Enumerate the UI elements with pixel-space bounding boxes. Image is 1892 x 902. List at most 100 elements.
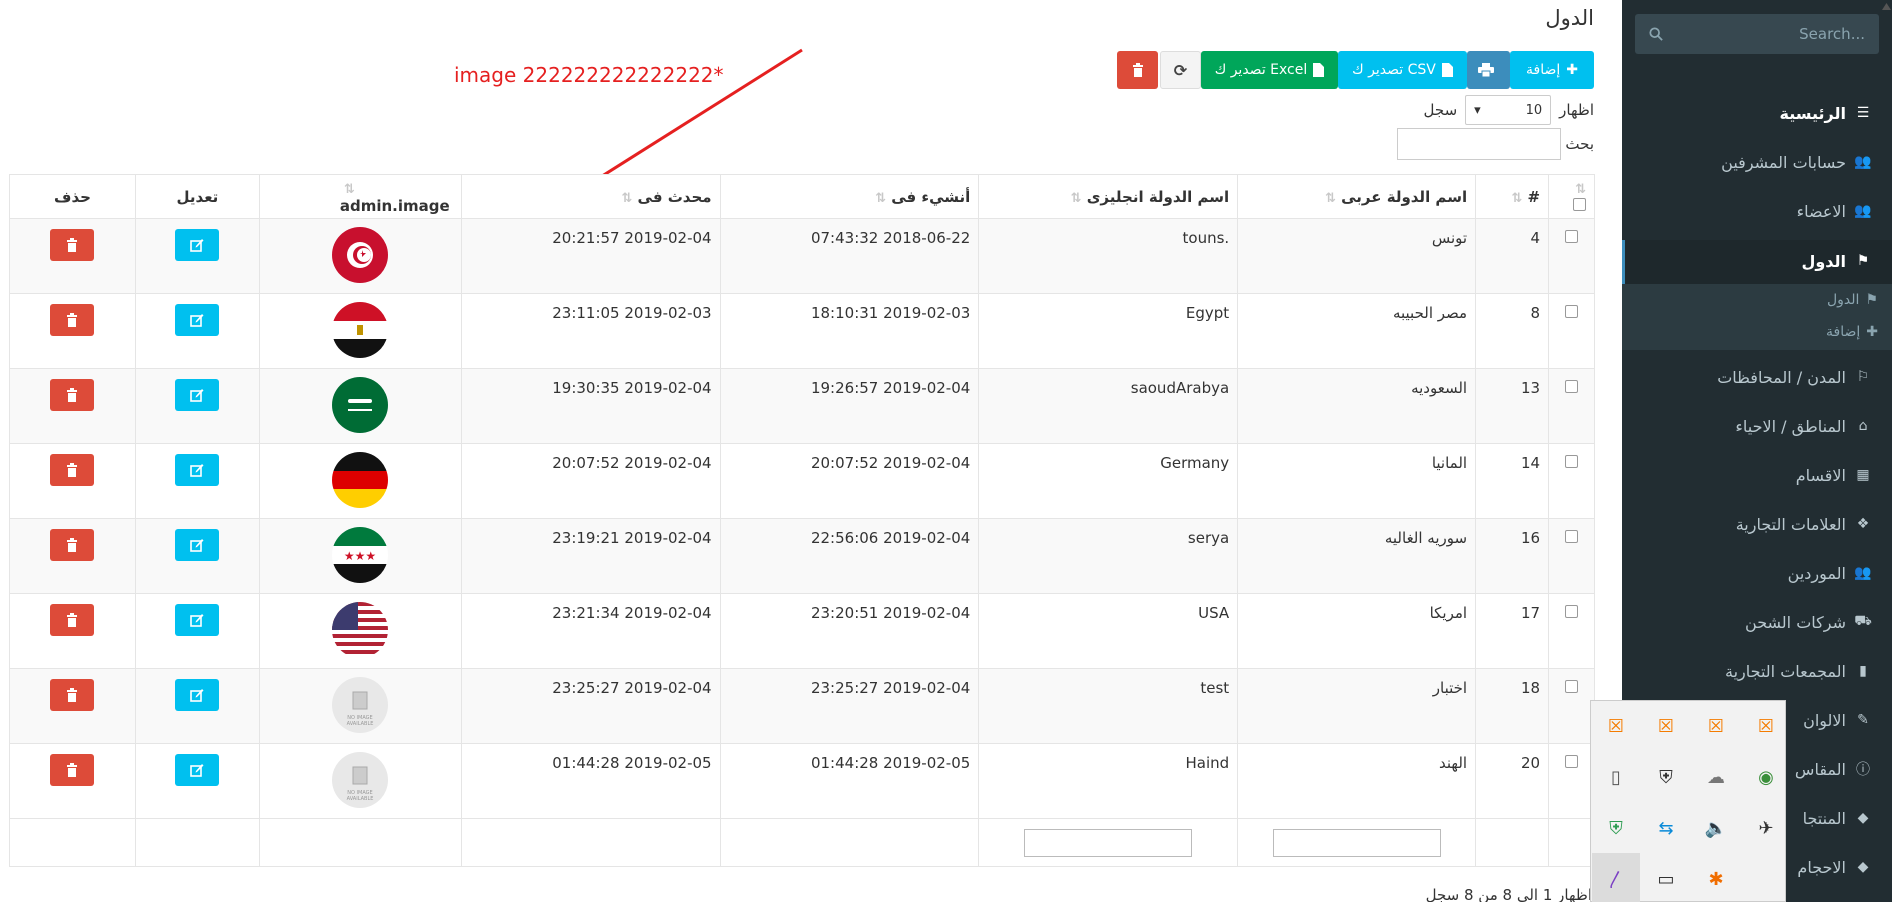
row-checkbox[interactable]	[1565, 755, 1579, 768]
sidebar-item-label: المقاس	[1794, 759, 1846, 779]
id-cell: 8	[1475, 293, 1550, 369]
usb-icon[interactable]: ▯	[1604, 765, 1628, 789]
xampp-icon[interactable]: ☒	[1704, 714, 1728, 738]
sidebar-sub-add[interactable]: ✚ إضافة	[1826, 324, 1878, 340]
edit-button[interactable]	[175, 229, 220, 261]
sidebar-item-label: الدول	[1801, 251, 1846, 271]
avast-icon[interactable]: ✱	[1704, 867, 1728, 891]
row-checkbox[interactable]	[1565, 230, 1579, 243]
scroll-up-icon[interactable]	[1881, 0, 1892, 14]
trash-icon	[67, 688, 78, 702]
sidebar-item[interactable]: ◆ المنتجا	[1803, 806, 1872, 830]
tag-icon: ◆	[1857, 810, 1869, 826]
sidebar-item[interactable]: ☰ الرئيسية	[1780, 101, 1873, 125]
edit-button[interactable]	[175, 379, 220, 411]
row-select-cell	[1548, 668, 1595, 744]
delete-button[interactable]	[50, 604, 95, 636]
sidebar-item[interactable]: 👥 الموردين	[1788, 561, 1872, 585]
refresh-button[interactable]: ⟳	[1160, 51, 1201, 89]
feather-icon[interactable]: 〳	[1604, 867, 1628, 891]
delete-button[interactable]	[50, 454, 95, 486]
cloud-icon[interactable]: ☁	[1704, 765, 1728, 789]
row-checkbox[interactable]	[1565, 530, 1579, 543]
header-name-ar[interactable]: اسم الدولة عربى ⇅	[1237, 174, 1477, 219]
edit-button[interactable]	[175, 454, 220, 486]
bulk-delete-button[interactable]	[1117, 51, 1158, 89]
row-checkbox[interactable]	[1565, 305, 1579, 318]
network-icon[interactable]: ◉	[1754, 765, 1778, 789]
sync-icon[interactable]: ⇆	[1654, 816, 1678, 840]
name-en-cell: Haind	[978, 743, 1239, 819]
select-all-checkbox[interactable]	[1573, 197, 1586, 211]
header-updated[interactable]: محدث فى ⇅	[460, 174, 721, 219]
name-en-cell: saoudArabya	[978, 368, 1239, 444]
edit-button[interactable]	[175, 304, 220, 336]
created-cell: 2019-02-05 01:44:28	[719, 743, 980, 819]
row-checkbox[interactable]	[1565, 380, 1579, 393]
edit-button[interactable]	[175, 754, 220, 786]
sidebar-item[interactable]: ❖ العلامات التجارية	[1736, 512, 1872, 536]
header-id[interactable]: # ⇅	[1475, 174, 1550, 219]
xampp-icon[interactable]: ☒	[1754, 714, 1778, 738]
header-name-en[interactable]: اسم الدولة انجليزى ⇅	[978, 174, 1239, 219]
airplane-icon[interactable]: ✈	[1754, 816, 1778, 840]
print-button[interactable]	[1467, 51, 1510, 89]
header-created[interactable]: أنشيء فى ⇅	[719, 174, 980, 219]
sidebar-item[interactable]: ⌂ المناطق / الاحياء	[1735, 414, 1872, 438]
header-edit: تعديل	[134, 174, 260, 219]
delete-button[interactable]	[50, 304, 95, 336]
sidebar-item[interactable]: ▦ الاقسام	[1796, 463, 1872, 487]
search-input[interactable]	[1397, 128, 1562, 160]
row-checkbox[interactable]	[1565, 455, 1579, 468]
sidebar-item[interactable]: ⚐ المدن / المحافظات	[1717, 365, 1872, 389]
edit-button[interactable]	[175, 529, 220, 561]
xampp-icon[interactable]: ☒	[1604, 714, 1628, 738]
edit-cell	[134, 743, 260, 819]
length-records-label: سجل	[1423, 101, 1458, 119]
filter-name-ar-input[interactable]	[1272, 829, 1441, 857]
sidebar-item[interactable]: ◆ الاحجام	[1797, 855, 1872, 879]
delete-button[interactable]	[50, 754, 95, 786]
created-cell: 2019-02-04 23:20:51	[719, 593, 980, 669]
security-icon[interactable]: ⛨	[1604, 816, 1628, 840]
xampp-icon[interactable]: ☒	[1654, 714, 1678, 738]
header-label: اسم الدولة انجليزى	[1086, 187, 1230, 206]
delete-button[interactable]	[50, 229, 95, 261]
sidebar-item[interactable]: ⛟ شركات الشحن	[1745, 610, 1872, 634]
sidebar-item[interactable]: ✎ الالوان	[1803, 708, 1872, 732]
sidebar-item[interactable]: ⚑ الدول	[1801, 249, 1872, 273]
sidebar-item-label: الاعضاء	[1796, 201, 1846, 221]
delete-button[interactable]	[50, 379, 95, 411]
sidebar-item[interactable]: 👥 حسابات المشرفين	[1721, 150, 1872, 174]
row-checkbox[interactable]	[1565, 680, 1579, 693]
header-select[interactable]: ⇅	[1548, 174, 1595, 219]
export-csv-button[interactable]: تصدير ك CSV	[1338, 51, 1467, 89]
add-button[interactable]: إضافة ✚	[1510, 51, 1594, 89]
sidebar-item[interactable]: ▮ المجمعات التجارية	[1725, 659, 1872, 683]
table-row: 17 امريكا USA 2019-02-04 23:20:51 2019-02-04…	[9, 593, 1595, 669]
delete-cell	[9, 293, 136, 369]
edit-button[interactable]	[175, 679, 220, 711]
delete-button[interactable]	[50, 529, 95, 561]
sidebar-item[interactable]: 👥 الاعضاء	[1797, 199, 1872, 223]
filter-name-en-input[interactable]	[1024, 829, 1193, 857]
trash-icon	[67, 463, 78, 477]
delete-button[interactable]	[50, 679, 95, 711]
export-excel-button[interactable]: تصدير ك Excel	[1201, 51, 1338, 89]
row-checkbox[interactable]	[1565, 605, 1579, 618]
sidebar-search[interactable]: Search...	[1635, 14, 1879, 54]
sidebar-item[interactable]: ⓘ المقاس	[1795, 757, 1872, 781]
edit-button[interactable]	[175, 604, 220, 636]
name-en-cell: Egypt	[978, 293, 1239, 369]
battery-icon[interactable]: ▭	[1654, 867, 1678, 891]
sort-icon: ⇅	[875, 190, 886, 206]
flag-icon: ⚑	[1856, 253, 1870, 269]
search-icon	[1649, 27, 1663, 41]
page-length-select[interactable]: ▾ 10	[1465, 95, 1552, 125]
sort-icon: ⇅	[1070, 190, 1082, 206]
shield-icon[interactable]: ⛨	[1654, 765, 1678, 789]
speaker-icon[interactable]: 🔈	[1704, 816, 1728, 840]
header-image[interactable]: ⇅ admin.image	[258, 174, 462, 219]
no-image-placeholder: NO IMAGE AVAILABLE	[332, 677, 389, 733]
sidebar-sub-countries[interactable]: ⚑ الدول	[1827, 292, 1878, 308]
